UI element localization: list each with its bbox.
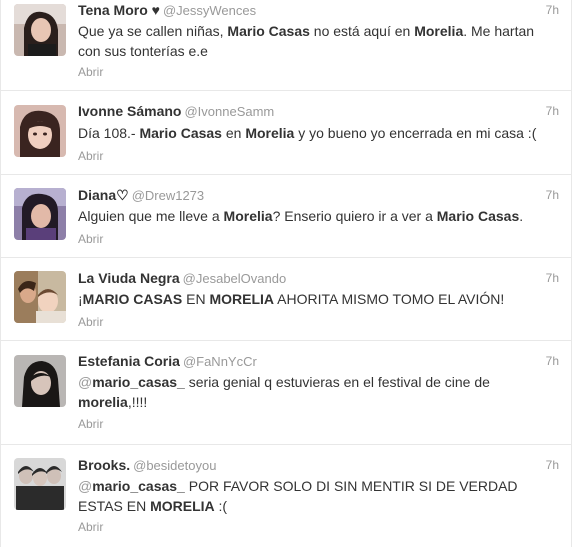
avatar[interactable]	[14, 271, 66, 323]
tweet-username[interactable]: @FaNnYcCr	[183, 354, 257, 369]
mention-link[interactable]: @mario_casas_	[78, 478, 185, 494]
expand-tweet-link[interactable]: Abrir	[78, 315, 103, 329]
avatar[interactable]	[14, 188, 66, 240]
tweet-fullname[interactable]: Ivonne Sámano	[78, 103, 181, 119]
expand-tweet-link[interactable]: Abrir	[78, 520, 103, 534]
tweet-text: Que ya se callen niñas, Mario Casas no e…	[78, 23, 535, 59]
tweet-fullname[interactable]: La Viuda Negra	[78, 270, 180, 286]
tweet-text: Día 108.- Mario Casas en Morelia y yo bu…	[78, 125, 537, 141]
tweet-item[interactable]: Estefania Coria @FaNnYcCr 7h @mario_casas…	[1, 341, 571, 445]
tweet-item[interactable]: Brooks. @besidetoyou 7h @mario_casas_ POR…	[1, 445, 571, 547]
tweet-text: ¡MARIO CASAS EN MORELIA AHORITA MISMO TO…	[78, 291, 505, 307]
tweet-text: @mario_casas_ seria genial q estuvieras …	[78, 374, 490, 410]
tweet-time[interactable]: 7h	[546, 271, 559, 285]
avatar[interactable]	[14, 355, 66, 407]
tweet-fullname[interactable]: Tena Moro ♥	[78, 2, 160, 18]
tweet-fullname[interactable]: Diana♡	[78, 187, 129, 203]
tweet-item[interactable]: La Viuda Negra @JesabelOvando 7h ¡MARIO C…	[1, 258, 571, 341]
tweet-time[interactable]: 7h	[546, 104, 559, 118]
avatar[interactable]	[14, 105, 66, 157]
tweet-username[interactable]: @besidetoyou	[133, 458, 216, 473]
tweet-time[interactable]: 7h	[546, 458, 559, 472]
tweet-time[interactable]: 7h	[546, 354, 559, 368]
tweet-username[interactable]: @JessyWences	[163, 3, 256, 18]
tweet-username[interactable]: @IvonneSamm	[184, 104, 274, 119]
avatar[interactable]	[14, 458, 66, 510]
expand-tweet-link[interactable]: Abrir	[78, 149, 103, 163]
tweet-time[interactable]: 7h	[546, 188, 559, 202]
tweet-username[interactable]: @JesabelOvando	[183, 271, 287, 286]
expand-tweet-link[interactable]: Abrir	[78, 417, 103, 431]
tweet-time[interactable]: 7h	[546, 3, 559, 17]
avatar[interactable]	[14, 4, 66, 56]
tweet-item[interactable]: Tena Moro ♥ @JessyWences 7h Que ya se cal…	[1, 0, 571, 91]
tweet-item[interactable]: Ivonne Sámano @IvonneSamm 7h Día 108.- Ma…	[1, 91, 571, 175]
tweet-fullname[interactable]: Brooks.	[78, 457, 130, 473]
mention-link[interactable]: @mario_casas_	[78, 374, 185, 390]
tweet-fullname[interactable]: Estefania Coria	[78, 353, 180, 369]
tweet-username[interactable]: @Drew1273	[132, 188, 204, 203]
expand-tweet-link[interactable]: Abrir	[78, 232, 103, 246]
tweet-timeline: Tena Moro ♥ @JessyWences 7h Que ya se cal…	[0, 0, 572, 547]
tweet-text: @mario_casas_ POR FAVOR SOLO DI SIN MENT…	[78, 478, 518, 514]
tweet-item[interactable]: Diana♡ @Drew1273 7h Alguien que me lleve …	[1, 175, 571, 258]
expand-tweet-link[interactable]: Abrir	[78, 65, 103, 79]
tweet-text: Alguien que me lleve a Morelia? Enserio …	[78, 208, 524, 224]
